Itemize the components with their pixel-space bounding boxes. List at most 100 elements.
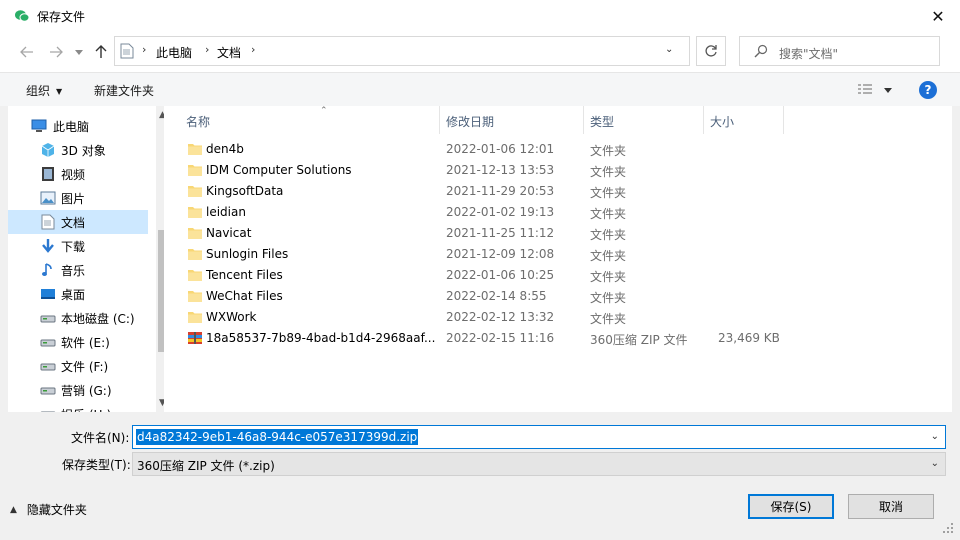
column-header-name[interactable]: 名称 ⌃ — [180, 106, 440, 134]
chevron-down-icon[interactable]: ⌄ — [665, 44, 673, 55]
drive-icon — [40, 382, 56, 398]
sidebar-item-label: 文件 (F:) — [61, 359, 109, 374]
chevron-down-icon — [75, 49, 83, 55]
file-row[interactable]: den4b 2022-01-06 12:01 文件夹 — [164, 139, 952, 160]
column-header-size[interactable]: 大小 — [704, 106, 784, 134]
desktop-icon — [40, 286, 56, 302]
organize-menu[interactable]: 组织 ▼ — [26, 82, 62, 99]
sidebar-item[interactable]: 文档 — [8, 210, 148, 234]
save-button[interactable]: 保存(S) — [748, 494, 834, 519]
view-options-button[interactable] — [856, 82, 896, 98]
recent-locations-button[interactable] — [72, 42, 86, 62]
file-row[interactable]: Navicat 2021-11-25 11:12 文件夹 — [164, 223, 952, 244]
sidebar-item[interactable]: 3D 对象 — [8, 138, 148, 162]
up-arrow-icon — [95, 45, 107, 58]
sidebar-item[interactable]: 音乐 — [8, 258, 148, 282]
folder-icon — [187, 289, 203, 303]
sidebar-item[interactable]: 视频 — [8, 162, 148, 186]
navigation-bar: › 此电脑 › 文档 › ⌄ 搜索"文档" — [0, 32, 960, 72]
forward-button[interactable] — [46, 42, 66, 62]
filetype-select[interactable]: 360压缩 ZIP 文件 (*.zip) ⌄ — [132, 452, 946, 476]
file-row[interactable]: 18a58537-7b89-4bad-b1d4-2968aaf... 2022-0… — [164, 328, 952, 349]
file-date: 2021-11-25 11:12 — [446, 226, 555, 240]
sidebar-item[interactable]: 此电脑 — [8, 114, 148, 138]
file-date: 2022-02-15 11:16 — [446, 331, 555, 345]
download-icon — [40, 238, 56, 254]
sidebar-item-label: 营销 (G:) — [61, 383, 112, 398]
file-type: 文件夹 — [590, 291, 627, 305]
new-folder-label: 新建文件夹 — [94, 84, 155, 98]
address-bar[interactable]: › 此电脑 › 文档 › ⌄ — [114, 36, 690, 66]
folder-icon — [187, 142, 203, 156]
sidebar-item-label: 图片 — [61, 191, 86, 206]
video-icon — [40, 166, 56, 182]
file-date: 2022-01-06 12:01 — [446, 142, 555, 156]
filename-label: 文件名(N): — [71, 431, 130, 445]
sidebar-item[interactable]: 软件 (E:) — [8, 330, 148, 354]
document-icon — [40, 214, 56, 230]
zip-archive-icon — [187, 331, 203, 345]
save-label: 保存(S) — [770, 500, 812, 514]
sidebar-item[interactable]: 营销 (G:) — [8, 378, 148, 402]
help-button[interactable]: ? — [919, 81, 937, 99]
sidebar-item-label: 3D 对象 — [61, 143, 106, 158]
file-type: 文件夹 — [590, 144, 627, 158]
sidebar-item[interactable]: 桌面 — [8, 282, 148, 306]
file-row[interactable]: IDM Computer Solutions 2021-12-13 13:53 文件… — [164, 160, 952, 181]
new-folder-button[interactable]: 新建文件夹 — [94, 82, 154, 99]
computer-icon — [31, 118, 47, 134]
sidebar-item-label: 软件 (E:) — [61, 335, 110, 350]
sidebar-item-label: 文档 — [61, 215, 86, 230]
refresh-button[interactable] — [696, 36, 726, 66]
file-row[interactable]: leidian 2022-01-02 19:13 文件夹 — [164, 202, 952, 223]
up-button[interactable] — [91, 42, 111, 62]
column-header-type[interactable]: 类型 — [584, 106, 704, 134]
column-header-date[interactable]: 修改日期 — [440, 106, 584, 134]
caret-up-icon: ▲ — [10, 504, 17, 515]
filename-value[interactable]: d4a82342-9eb1-46a8-944c-e057e317399d.zip — [136, 429, 419, 445]
folder-icon — [187, 226, 203, 240]
file-name: WXWork — [206, 310, 257, 324]
search-box[interactable]: 搜索"文档" — [739, 36, 940, 66]
file-row[interactable]: WXWork 2022-02-12 13:32 文件夹 — [164, 307, 952, 328]
folder-icon — [187, 163, 203, 177]
back-button[interactable] — [17, 42, 37, 62]
sidebar-item[interactable]: 图片 — [8, 186, 148, 210]
breadcrumb-item-this-pc[interactable]: 此电脑 — [156, 44, 192, 61]
breadcrumb-separator: › — [142, 43, 147, 56]
sidebar-item-label: 桌面 — [61, 287, 86, 302]
file-date: 2022-01-06 10:25 — [446, 268, 555, 282]
file-type: 文件夹 — [590, 186, 627, 200]
caret-down-icon: ▼ — [56, 87, 63, 96]
navigation-scrollbar[interactable]: ▲ ▼ — [156, 106, 164, 412]
close-icon: ✕ — [931, 6, 945, 26]
sidebar-item[interactable]: 下载 — [8, 234, 148, 258]
file-type: 文件夹 — [590, 270, 627, 284]
file-name: WeChat Files — [206, 289, 283, 303]
filetype-value: 360压缩 ZIP 文件 (*.zip) — [137, 459, 275, 473]
file-type: 文件夹 — [590, 207, 627, 221]
drive-icon — [40, 334, 56, 350]
column-header-date-label: 修改日期 — [446, 115, 495, 129]
close-button[interactable]: ✕ — [922, 0, 954, 32]
breadcrumb-item-documents[interactable]: 文档 — [217, 44, 241, 61]
cancel-button[interactable]: 取消 — [848, 494, 934, 519]
file-row[interactable]: Tencent Files 2022-01-06 10:25 文件夹 — [164, 265, 952, 286]
navigation-pane: 此电脑 3D 对象视频图片文档下载 音乐桌面本地磁盘 (C:) 软件 (E:) 文件 (… — [8, 106, 164, 412]
wechat-icon — [15, 10, 30, 22]
file-name: Tencent Files — [206, 268, 283, 282]
sidebar-item[interactable]: 本地磁盘 (C:) — [8, 306, 148, 330]
picture-icon — [40, 190, 56, 206]
details-view-icon — [858, 84, 892, 94]
hide-folders-toggle[interactable]: ▲ 隐藏文件夹 — [10, 501, 87, 518]
filename-input[interactable]: d4a82342-9eb1-46a8-944c-e057e317399d.zip… — [132, 425, 946, 449]
sidebar-item[interactable]: 娱乐 (H:) — [8, 402, 148, 412]
file-row[interactable]: Sunlogin Files 2021-12-09 12:08 文件夹 — [164, 244, 952, 265]
resize-grip-icon[interactable] — [941, 521, 955, 535]
file-row[interactable]: WeChat Files 2022-02-14 8:55 文件夹 — [164, 286, 952, 307]
sidebar-item[interactable]: 文件 (F:) — [8, 354, 148, 378]
chevron-down-icon[interactable]: ⌄ — [931, 431, 939, 442]
file-row[interactable]: KingsoftData 2021-11-29 20:53 文件夹 — [164, 181, 952, 202]
file-date: 2022-02-12 13:32 — [446, 310, 555, 324]
chevron-down-icon: ⌄ — [930, 458, 939, 469]
